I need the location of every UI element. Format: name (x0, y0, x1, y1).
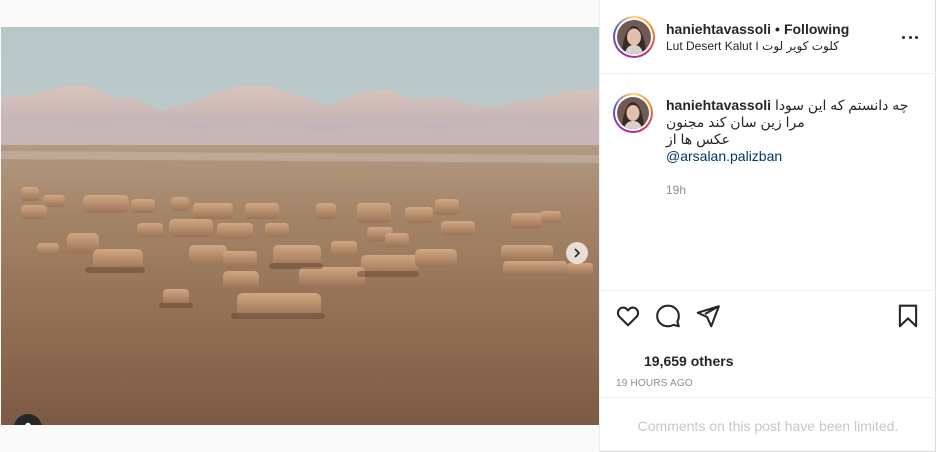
caption-story-ring[interactable] (613, 93, 653, 133)
following-button[interactable]: Following (784, 21, 849, 37)
post-header: haniehtavassoli • Following Lut Desert Kal… (600, 0, 936, 74)
more-options-button[interactable] (900, 27, 920, 47)
bookmark-icon[interactable] (895, 303, 921, 329)
user-tag-icon (25, 422, 31, 425)
caption-avatar (617, 97, 649, 129)
caption-line-3: عکس ها از (666, 131, 731, 147)
more-options-icon (902, 35, 905, 39)
chevron-right-icon (574, 248, 581, 258)
avatar (617, 20, 651, 54)
profile-photo (617, 20, 651, 54)
post-viewer: haniehtavassoli • Following Lut Desert Kal… (0, 0, 936, 452)
comments-limited-notice: Comments on this post have been limited. (600, 397, 936, 452)
post-image[interactable] (1, 27, 599, 425)
location-link[interactable]: Lut Desert Kalut I کلوت کویر لوت (666, 39, 839, 53)
heart-icon[interactable] (615, 303, 641, 329)
separator-dot: • (775, 21, 780, 37)
header-username-row: haniehtavassoli • Following (666, 21, 849, 37)
profile-photo (617, 97, 649, 129)
caption-line-1: چه دانستم که این سودا (774, 97, 909, 113)
caption-time[interactable]: 19h (666, 183, 686, 197)
desert-landscape-photo (1, 27, 599, 425)
likes-count[interactable]: 19,659 others (644, 353, 734, 369)
header-username[interactable]: haniehtavassoli (666, 21, 771, 37)
next-slide-button[interactable] (566, 242, 588, 264)
mention-link[interactable]: @arsalan.palizban (666, 148, 782, 164)
caption-username[interactable]: haniehtavassoli (666, 97, 771, 113)
post-timestamp[interactable]: 19 HOURS AGO (616, 378, 693, 389)
paper-plane-icon[interactable] (695, 303, 721, 329)
action-bar (600, 290, 936, 340)
post-caption: haniehtavassoli چه دانستم که این سودا مر… (666, 97, 916, 165)
story-ring[interactable] (613, 16, 655, 58)
caption-line-2: مرا زین سان کند مجنون (666, 114, 805, 130)
comment-icon[interactable] (655, 303, 681, 329)
post-sidebar: haniehtavassoli • Following Lut Desert Kal… (599, 0, 936, 452)
